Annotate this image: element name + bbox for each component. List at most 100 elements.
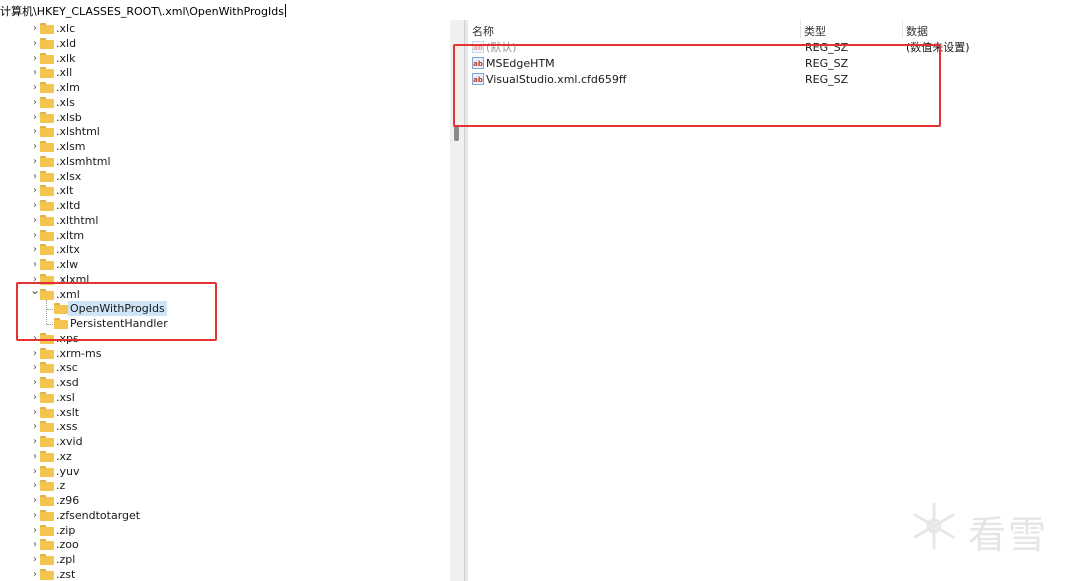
chevron-right-icon[interactable]: ›: [30, 360, 40, 375]
chevron-right-icon[interactable]: ›: [30, 242, 40, 257]
folder-icon: [40, 509, 54, 521]
tree-item[interactable]: › .xld: [0, 36, 450, 51]
chevron-right-icon[interactable]: ›: [30, 449, 40, 464]
tree-item[interactable]: › .zoo: [0, 537, 450, 552]
tree-item-label: .xls: [56, 95, 75, 109]
tree-child-item[interactable]: OpenWithProgIds: [0, 301, 450, 317]
value-row[interactable]: ab (默认) REG_SZ (数值未设置): [468, 40, 1080, 55]
tree-item-label: .xlc: [56, 22, 76, 35]
tree-item-label: .z: [56, 479, 66, 493]
chevron-right-icon[interactable]: ›: [30, 36, 40, 51]
tree-child-item[interactable]: PersistentHandler: [0, 316, 450, 331]
tree-item[interactable]: › .xlm: [0, 80, 450, 95]
tree-item[interactable]: › .zpl: [0, 552, 450, 567]
tree-item[interactable]: › .xlsm: [0, 139, 450, 154]
chevron-right-icon[interactable]: ›: [30, 537, 40, 552]
chevron-right-icon[interactable]: ›: [30, 139, 40, 154]
value-row[interactable]: ab MSEdgeHTM REG_SZ: [468, 56, 1080, 71]
chevron-right-icon[interactable]: ›: [30, 508, 40, 523]
column-header-type[interactable]: 类型: [804, 23, 826, 39]
tree-item[interactable]: › .xls: [0, 95, 450, 110]
address-bar[interactable]: 计算机\HKEY_CLASSES_ROOT\.xml\OpenWithProgI…: [0, 0, 1080, 21]
tree-item[interactable]: › .xltx: [0, 242, 450, 257]
chevron-right-icon[interactable]: ›: [30, 493, 40, 508]
tree-item[interactable]: › .xps: [0, 331, 450, 346]
chevron-right-icon[interactable]: ›: [30, 390, 40, 405]
column-header-data[interactable]: 数据: [906, 23, 928, 39]
value-type: REG_SZ: [805, 57, 849, 70]
tree-item[interactable]: › .xlk: [0, 51, 450, 66]
tree-item[interactable]: › .zst: [0, 567, 450, 581]
chevron-right-icon[interactable]: ›: [30, 95, 40, 110]
tree-item[interactable]: › .xll: [0, 65, 450, 80]
tree-item[interactable]: › .xlt: [0, 183, 450, 198]
chevron-right-icon[interactable]: ›: [30, 523, 40, 538]
chevron-right-icon[interactable]: ›: [30, 169, 40, 184]
chevron-right-icon[interactable]: ›: [30, 80, 40, 95]
values-pane[interactable]: 名称 类型 数据 ab (默认) REG_SZ (数值未设置) ab MSEdgeHTM R…: [468, 20, 1080, 581]
chevron-right-icon[interactable]: ›: [30, 434, 40, 449]
tree-item[interactable]: › .xrm-ms: [0, 346, 450, 361]
tree-item[interactable]: › .xlsb: [0, 110, 450, 125]
registry-tree[interactable]: › .xlc › .xld › .xlk › .xll › .xlm › .xls › .xlsb › .xl…: [0, 20, 450, 581]
column-header-name[interactable]: 名称: [472, 23, 494, 39]
chevron-right-icon[interactable]: ›: [30, 228, 40, 243]
address-path[interactable]: 计算机\HKEY_CLASSES_ROOT\.xml\OpenWithProgI…: [0, 3, 286, 19]
chevron-right-icon[interactable]: ›: [30, 198, 40, 213]
tree-item-label: .zoo: [56, 538, 79, 552]
chevron-right-icon[interactable]: ›: [30, 478, 40, 493]
tree-item-label: .zip: [56, 523, 76, 537]
tree-item[interactable]: › .xz: [0, 449, 450, 464]
chevron-right-icon[interactable]: ›: [30, 567, 40, 581]
column-separator[interactable]: [800, 20, 801, 38]
folder-icon: [40, 96, 54, 108]
tree-item[interactable]: › .xss: [0, 419, 450, 434]
chevron-right-icon[interactable]: ›: [30, 183, 40, 198]
chevron-right-icon[interactable]: ›: [30, 21, 40, 36]
tree-item[interactable]: › .xslt: [0, 405, 450, 420]
tree-item[interactable]: › .xlsx: [0, 169, 450, 184]
column-separator[interactable]: [902, 20, 903, 38]
chevron-right-icon[interactable]: ›: [30, 110, 40, 125]
tree-item[interactable]: › .xlshtml: [0, 124, 450, 139]
chevron-right-icon[interactable]: ›: [30, 213, 40, 228]
tree-item[interactable]: › .xlsmhtml: [0, 154, 450, 169]
chevron-right-icon[interactable]: ›: [30, 331, 40, 346]
chevron-right-icon[interactable]: ›: [30, 51, 40, 66]
tree-item-expanded[interactable]: ⌄ .xml: [0, 283, 450, 302]
chevron-right-icon[interactable]: ›: [30, 124, 40, 139]
folder-icon: [40, 52, 54, 64]
tree-item[interactable]: › .xsd: [0, 375, 450, 390]
chevron-right-icon[interactable]: ›: [30, 405, 40, 420]
tree-item[interactable]: › .xltd: [0, 198, 450, 213]
tree-item[interactable]: › .zip: [0, 523, 450, 538]
folder-icon: [40, 377, 54, 388]
tree-item[interactable]: › .xlc: [0, 21, 450, 36]
tree-item[interactable]: › .z96: [0, 493, 450, 508]
chevron-right-icon[interactable]: ›: [30, 346, 40, 361]
tree-item[interactable]: › .xsl: [0, 390, 450, 405]
tree-item[interactable]: › .xlthtml: [0, 213, 450, 228]
chevron-right-icon[interactable]: ›: [30, 65, 40, 80]
string-value-icon: ab: [472, 73, 484, 85]
chevron-down-icon[interactable]: ⌄: [30, 283, 40, 298]
tree-scrollbar[interactable]: [450, 20, 464, 581]
tree-scrollbar-thumb[interactable]: [454, 125, 459, 141]
tree-item[interactable]: › .xlw: [0, 257, 450, 272]
tree-item-label: .xll: [56, 66, 73, 80]
tree-item[interactable]: › .xvid: [0, 434, 450, 449]
chevron-right-icon[interactable]: ›: [30, 552, 40, 567]
tree-item[interactable]: › .yuv: [0, 464, 450, 479]
tree-item[interactable]: › .xsc: [0, 360, 450, 375]
tree-item[interactable]: › .xltm: [0, 228, 450, 243]
tree-item[interactable]: › .zfsendtotarget: [0, 508, 450, 523]
chevron-right-icon[interactable]: ›: [30, 419, 40, 434]
folder-icon: [40, 244, 54, 256]
chevron-right-icon[interactable]: ›: [30, 464, 40, 479]
tree-item[interactable]: › .z: [0, 478, 450, 493]
chevron-right-icon[interactable]: ›: [30, 257, 40, 272]
tree-item[interactable]: › .xlxml: [0, 272, 450, 287]
chevron-right-icon[interactable]: ›: [30, 154, 40, 169]
chevron-right-icon[interactable]: ›: [30, 375, 40, 390]
value-row[interactable]: ab VisualStudio.xml.cfd659ff REG_SZ: [468, 72, 1080, 87]
